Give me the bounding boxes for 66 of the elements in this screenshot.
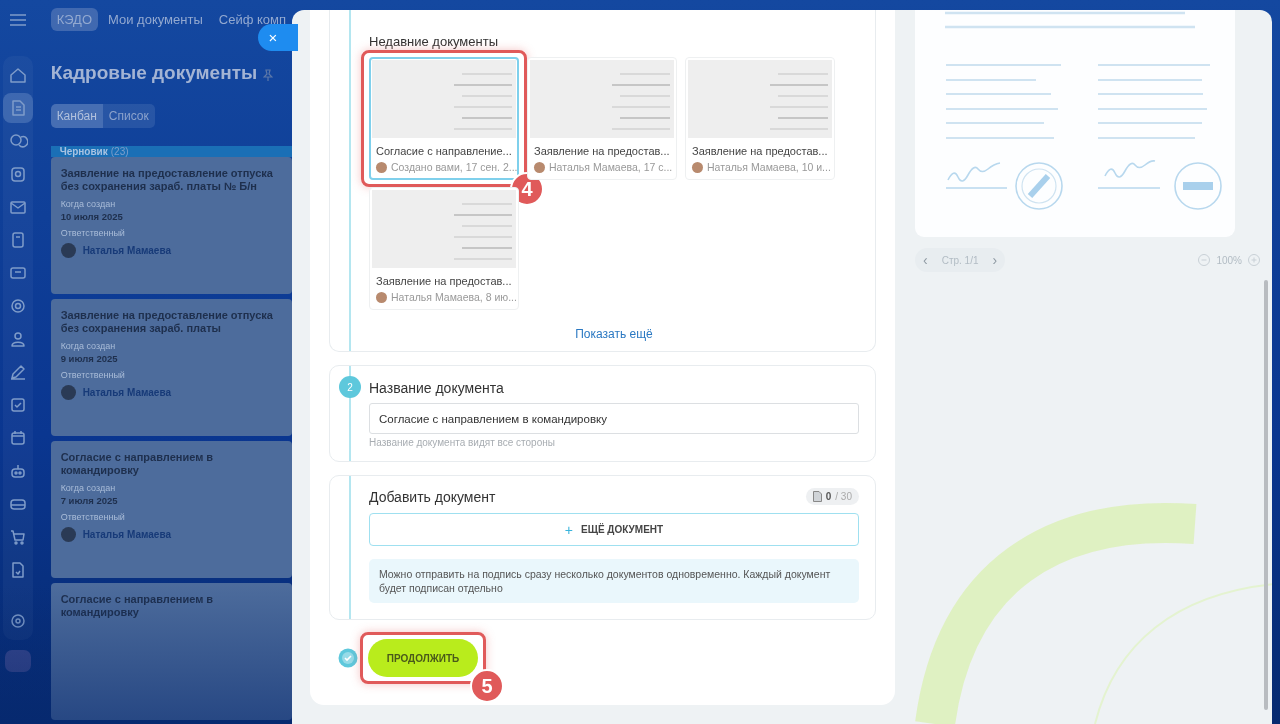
zoom-in-icon: [1248, 254, 1260, 266]
add-document-button[interactable]: + ЕЩЁ ДОКУМЕНТ: [369, 513, 859, 546]
nav-tab[interactable]: КЭДО: [50, 8, 99, 31]
view-tab[interactable]: Список: [102, 104, 155, 128]
zoom-out-icon: [1198, 254, 1211, 266]
document-tile[interactable]: Согласие с направление... Создано вами, 17 сен. 2...: [369, 57, 519, 180]
column-count: (23): [110, 146, 129, 157]
section-title: Недавние документы: [369, 34, 499, 49]
check-circle-icon: [338, 648, 358, 668]
previous-page-button[interactable]: ‹: [923, 252, 928, 268]
scrollbar[interactable]: [1264, 280, 1268, 710]
created-date: 7 июля 2025: [60, 495, 119, 506]
tile-meta: Наталья Мамаева, 10 и...: [707, 161, 831, 173]
tile-meta: Наталья Мамаева, 17 с...: [549, 161, 673, 173]
field-label: Ответственный: [60, 512, 126, 522]
nav-tab[interactable]: Мои документы: [102, 8, 209, 31]
show-more-link[interactable]: Показать ещё: [575, 327, 653, 341]
sidebar-item[interactable]: [2, 93, 33, 123]
card-title: Заявление на предоставление отпуска без сохранения зараб. платы № Б/н: [60, 167, 274, 193]
page-title: Кадровые документы: [50, 62, 258, 84]
column-title: Черновик: [59, 146, 108, 157]
avatar: [692, 161, 703, 173]
avatar: [534, 161, 545, 173]
card-title: Согласие с направлением в командировку: [60, 593, 215, 619]
tile-meta: Создано вами, 17 сен. 2...: [391, 161, 518, 173]
section-title: Добавить документ: [369, 488, 496, 505]
pin-icon: [263, 69, 274, 81]
count-value: 0: [825, 491, 832, 502]
info-message: Можно отправить на подпись сразу несколько документов одновременно. Каждый документ будет подписан отдельно: [369, 559, 859, 603]
kanban-card[interactable]: Согласие с направлением в командировку: [50, 583, 292, 720]
field-label: Ответственный: [60, 370, 126, 380]
field-label: Когда создан: [60, 199, 117, 209]
close-button[interactable]: ×: [258, 24, 298, 51]
step-number-badge: 5: [470, 669, 504, 703]
zoom-level: 100%: [1216, 254, 1242, 266]
tile-meta: Наталья Мамаева, 8 ию...: [391, 291, 517, 303]
avatar: [376, 161, 387, 173]
document-tile[interactable]: Заявление на предостав... Наталья Мамаева, 17 с...: [527, 57, 677, 180]
field-label: Когда создан: [60, 341, 117, 351]
created-date: 9 июля 2025: [60, 353, 119, 364]
continue-button[interactable]: ПРОДОЛЖИТЬ: [368, 639, 478, 677]
menu-icon: [9, 14, 26, 26]
document-tile[interactable]: Заявление на предостав... Наталья Мамаева, 8 ию...: [369, 187, 519, 310]
tile-title: Согласие с направление...: [376, 145, 513, 157]
card-title: Согласие с направлением в командировку: [60, 451, 215, 477]
avatar: [60, 527, 76, 542]
field-label: Когда создан: [60, 483, 117, 493]
document-tile[interactable]: Заявление на предостав... Наталья Мамаева, 10 и...: [685, 57, 835, 180]
section-title: Название документа: [369, 380, 505, 396]
home-icon: [7, 65, 28, 85]
tile-title: Заявление на предостав...: [376, 275, 513, 287]
step-number: 2: [339, 376, 361, 398]
field-hint: Название документа видят все стороны: [369, 437, 556, 448]
avatar: [60, 385, 76, 400]
count-limit: / 30: [835, 491, 852, 502]
name-input-field[interactable]: Согласие с направлением в командировку: [369, 403, 859, 434]
view-tab[interactable]: Канбан: [50, 104, 103, 128]
tile-title: Заявление на предостав...: [692, 145, 829, 157]
tile-title: Заявление на предостав...: [534, 145, 671, 157]
card-title: Заявление на предоставление отпуска без сохранения зараб. платы: [60, 309, 274, 335]
avatar: [60, 243, 76, 258]
avatar: [376, 291, 387, 303]
created-date: 10 июля 2025: [60, 211, 124, 222]
document-icon: [812, 491, 822, 502]
field-label: Ответственный: [60, 228, 126, 238]
next-page-button[interactable]: ›: [992, 252, 998, 268]
